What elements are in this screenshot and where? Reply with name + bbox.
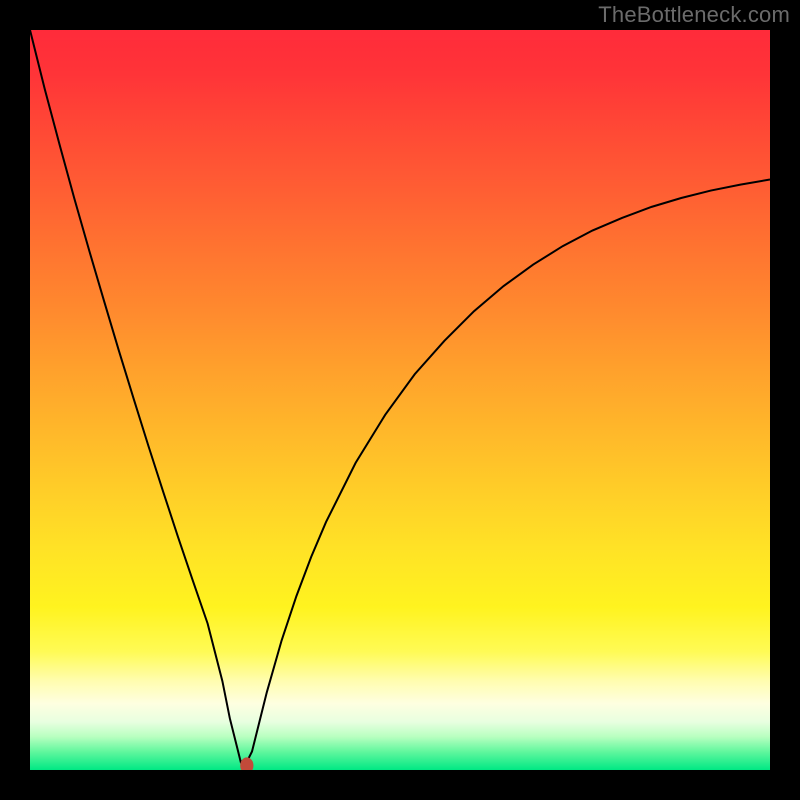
chart-container: TheBottleneck.com	[0, 0, 800, 800]
bottleneck-chart	[30, 30, 770, 770]
gradient-background	[30, 30, 770, 770]
watermark-text: TheBottleneck.com	[598, 2, 790, 28]
plot-frame	[30, 30, 770, 770]
